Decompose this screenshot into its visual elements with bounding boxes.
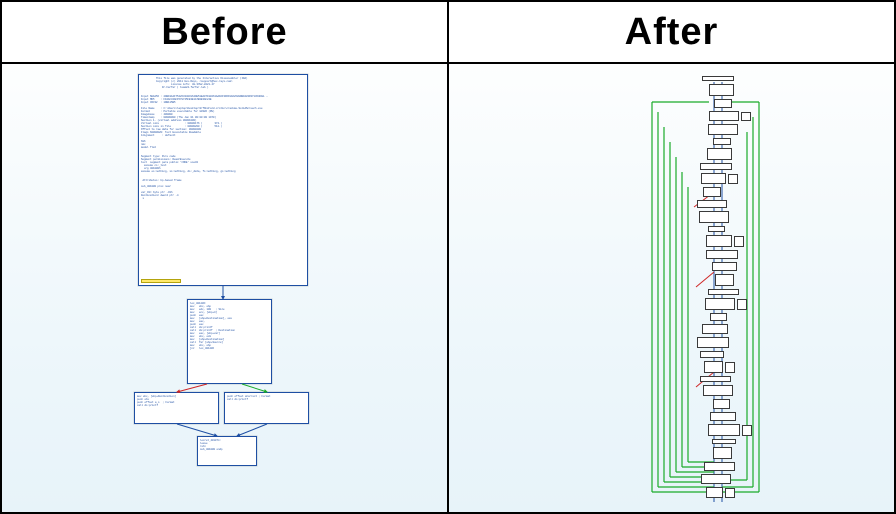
obf-node [709, 111, 739, 121]
obf-node [708, 289, 739, 295]
obf-node [704, 361, 723, 373]
obf-node [710, 313, 727, 321]
cfg-block-3a: mov ebx, [ebp+Destination] push ebx push… [134, 392, 219, 424]
obf-node [708, 226, 725, 232]
obf-node [699, 211, 729, 223]
obf-node-side [734, 236, 744, 247]
obf-node [707, 148, 732, 160]
obf-node [703, 385, 733, 396]
before-diagram: This file was generated by the Interacti… [122, 74, 342, 494]
obf-node [705, 298, 735, 310]
obf-node [706, 487, 723, 498]
before-label: Before [161, 11, 287, 54]
block3a-text: mov ebx, [ebp+Destination] push ebx push… [135, 393, 218, 409]
obf-node [702, 76, 734, 81]
obf-node [709, 84, 734, 96]
cfg-block-2: loc_401206: mov ebx, ebp mov edx, 100 ; … [187, 299, 272, 384]
after-edges [644, 72, 794, 502]
obf-node [712, 262, 737, 271]
obf-node [713, 399, 730, 409]
obf-node [706, 235, 732, 247]
before-content: This file was generated by the Interacti… [2, 64, 447, 512]
block2-text: loc_401206: mov ebx, ebp mov edx, 100 ; … [188, 300, 271, 352]
obf-node-side [742, 425, 752, 436]
obf-node-side [725, 488, 735, 498]
obf-node [714, 99, 732, 108]
obf-node [704, 462, 735, 471]
obf-node [708, 124, 738, 135]
obf-node [700, 376, 731, 382]
before-panel: Before This file was generated by the In… [2, 2, 449, 512]
obf-node [712, 439, 736, 444]
obf-node [701, 474, 731, 484]
obf-node [703, 187, 721, 197]
obf-node [706, 250, 738, 259]
after-label: After [625, 11, 719, 54]
comparison-container: Before This file was generated by the In… [0, 0, 896, 514]
header-text: This file was generated by the Interacti… [139, 75, 307, 202]
obf-node [710, 412, 736, 421]
after-diagram [644, 72, 794, 502]
highlight-bar [141, 279, 181, 283]
obf-node [700, 351, 724, 358]
obf-node-side [741, 112, 751, 121]
obf-node-side [725, 362, 735, 373]
obf-node-side [737, 299, 747, 310]
obf-node [708, 424, 740, 436]
before-heading: Before [2, 2, 447, 64]
after-heading: After [449, 2, 894, 64]
cfg-header-node: This file was generated by the Interacti… [138, 74, 308, 286]
block4-text: locret_401074: leave retn sub_401000 end… [198, 437, 256, 453]
cfg-block-3b: push offset aCorrect ; Format call ds:pr… [224, 392, 309, 424]
obf-node [697, 200, 727, 208]
obf-node [713, 138, 731, 145]
obf-node [702, 324, 728, 334]
obf-node [713, 447, 732, 459]
after-panel: After [449, 2, 894, 512]
cfg-block-4: locret_401074: leave retn sub_401000 end… [197, 436, 257, 466]
after-content [449, 64, 894, 512]
obf-node [701, 173, 726, 184]
obf-node [697, 337, 729, 348]
block3b-text: push offset aCorrect ; Format call ds:pr… [225, 393, 308, 403]
obf-node [715, 274, 734, 286]
obf-node [700, 163, 732, 170]
obf-node-side [728, 174, 738, 184]
